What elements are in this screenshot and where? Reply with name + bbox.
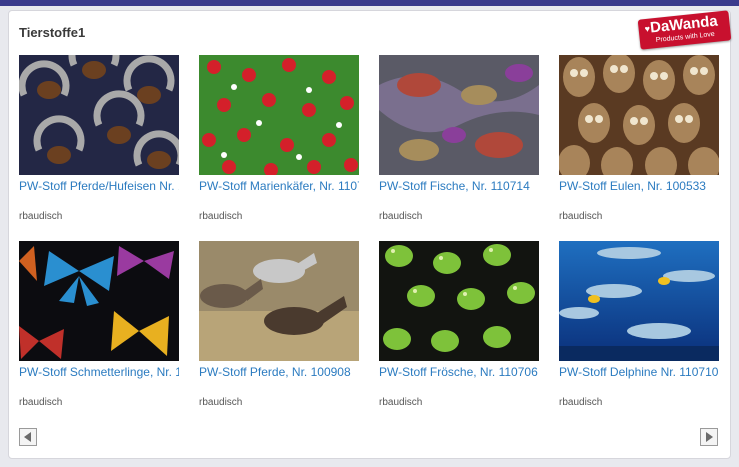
arrow-left-icon xyxy=(20,429,36,445)
product-card[interactable]: PW-Stoff Fische, Nr. 110714 rbaudisch xyxy=(379,55,539,222)
product-image-horses[interactable] xyxy=(199,241,359,361)
product-card[interactable]: PW-Stoff Delphine Nr. 110710 rbaudisch xyxy=(559,241,719,408)
arrow-right-icon xyxy=(701,429,717,445)
product-card[interactable]: PW-Stoff Pferde/Hufeisen Nr. 110711 rbau… xyxy=(19,55,179,222)
product-title-link[interactable]: PW-Stoff Pferde/Hufeisen Nr. 110711 xyxy=(19,179,179,193)
product-card[interactable]: PW-Stoff Marienkäfer, Nr. 110712 rbaudis… xyxy=(199,55,359,222)
dawanda-widget: Tierstoffe1 ♥ DaWanda Products with Love… xyxy=(8,10,732,459)
product-image-dolphins[interactable] xyxy=(559,241,719,361)
product-card[interactable]: PW-Stoff Eulen, Nr. 100533 rbaudisch xyxy=(559,55,719,222)
seller-name[interactable]: rbaudisch xyxy=(379,397,539,408)
dawanda-logo[interactable]: ♥ DaWanda Products with Love xyxy=(637,10,732,50)
product-card[interactable]: PW-Stoff Schmetterlinge, Nr. 110708 rbau… xyxy=(19,241,179,408)
product-card[interactable]: PW-Stoff Frösche, Nr. 110706 rbaudisch xyxy=(379,241,539,408)
product-image-frogs[interactable] xyxy=(379,241,539,361)
seller-name[interactable]: rbaudisch xyxy=(199,211,359,222)
seller-name[interactable]: rbaudisch xyxy=(199,397,359,408)
product-image-horses-horseshoes[interactable] xyxy=(19,55,179,175)
product-title-link[interactable]: PW-Stoff Frösche, Nr. 110706 xyxy=(379,365,539,379)
product-image-butterflies[interactable] xyxy=(19,241,179,361)
seller-name[interactable]: rbaudisch xyxy=(559,211,719,222)
next-page-button[interactable] xyxy=(700,428,718,446)
product-title-link[interactable]: PW-Stoff Pferde, Nr. 100908 xyxy=(199,365,359,379)
product-title-link[interactable]: PW-Stoff Marienkäfer, Nr. 110712 xyxy=(199,179,359,193)
seller-name[interactable]: rbaudisch xyxy=(379,211,539,222)
product-title-link[interactable]: PW-Stoff Delphine Nr. 110710 xyxy=(559,365,719,379)
seller-name[interactable]: rbaudisch xyxy=(559,397,719,408)
seller-name[interactable]: rbaudisch xyxy=(19,211,179,222)
top-border xyxy=(0,0,739,6)
product-image-owls[interactable] xyxy=(559,55,719,175)
product-title-link[interactable]: PW-Stoff Fische, Nr. 110714 xyxy=(379,179,539,193)
product-title-link[interactable]: PW-Stoff Schmetterlinge, Nr. 110708 xyxy=(19,365,179,379)
product-image-fish[interactable] xyxy=(379,55,539,175)
product-card[interactable]: PW-Stoff Pferde, Nr. 100908 rbaudisch xyxy=(199,241,359,408)
prev-page-button[interactable] xyxy=(19,428,37,446)
widget-title: Tierstoffe1 xyxy=(19,25,86,40)
seller-name[interactable]: rbaudisch xyxy=(19,397,179,408)
product-image-ladybugs[interactable] xyxy=(199,55,359,175)
product-title-link[interactable]: PW-Stoff Eulen, Nr. 100533 xyxy=(559,179,719,193)
